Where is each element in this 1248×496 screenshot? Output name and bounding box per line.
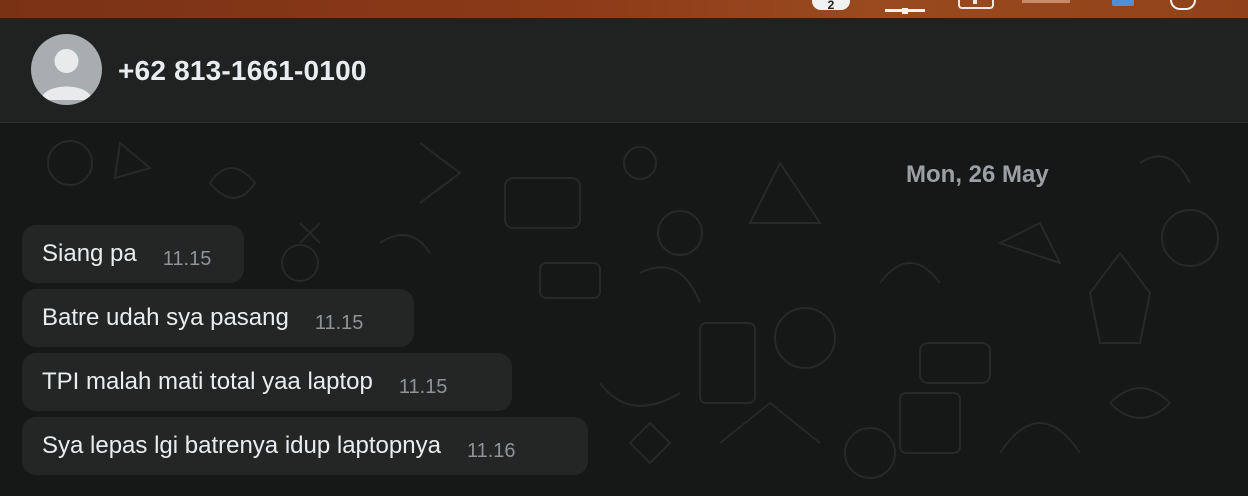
- display-icon[interactable]: [885, 0, 925, 14]
- notification-badge-icon[interactable]: 2: [812, 0, 850, 12]
- date-divider: Mon, 26 May: [906, 161, 1049, 188]
- finder-icon[interactable]: [1112, 0, 1134, 6]
- system-menubar: 2: [0, 0, 1248, 19]
- clipboard-icon[interactable]: [958, 0, 994, 9]
- message-time: 11.15: [398, 375, 448, 398]
- message-time: 11.15: [162, 247, 212, 270]
- contact-avatar[interactable]: [31, 34, 102, 105]
- message-text: TPI malah mati total yaa laptop: [42, 368, 373, 395]
- message-bubble[interactable]: TPI malah mati total yaa laptop 11.15: [22, 353, 512, 411]
- message-text: Siang pa: [42, 240, 137, 267]
- battery-icon[interactable]: [1022, 0, 1070, 3]
- message-bubble[interactable]: Siang pa 11.15: [22, 225, 244, 283]
- message-text: Batre udah sya pasang: [42, 304, 289, 331]
- message-time: 11.16: [466, 439, 516, 462]
- message-bubble[interactable]: Sya lepas lgi batrenya idup laptopnya 11…: [22, 417, 588, 475]
- control-center-icon[interactable]: [1170, 0, 1196, 10]
- message-bubble[interactable]: Batre udah sya pasang 11.15: [22, 289, 414, 347]
- contact-name[interactable]: +62 813-1661-0100: [118, 55, 367, 87]
- message-list[interactable]: Mon, 26 May Siang pa 11.15 Batre udah sy…: [0, 123, 1248, 496]
- chat-header: +62 813-1661-0100: [0, 19, 1248, 123]
- message-text: Sya lepas lgi batrenya idup laptopnya: [42, 432, 441, 459]
- message-time: 11.15: [314, 311, 364, 334]
- default-user-icon: [41, 49, 92, 100]
